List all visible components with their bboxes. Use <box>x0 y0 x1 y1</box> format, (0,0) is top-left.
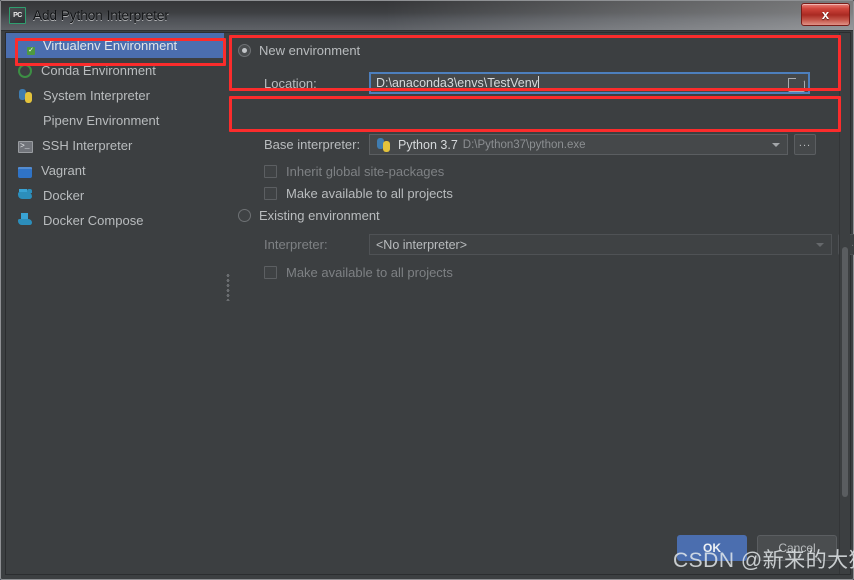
sidebar-item-label: SSH Interpreter <box>42 138 133 153</box>
make-available-all-projects-checkbox-existing[interactable]: Make available to all projects <box>264 265 453 280</box>
inherit-global-site-packages-label: Inherit global site-packages <box>286 164 445 179</box>
docker-whale-icon <box>18 188 34 204</box>
splitter-handle-dots <box>226 273 230 301</box>
sidebar-item-system-interpreter[interactable]: System Interpreter <box>6 83 224 108</box>
panel-scrollbar[interactable] <box>839 33 850 574</box>
chevron-down-icon <box>772 143 780 147</box>
window-title: Add Python Interpreter <box>33 8 169 23</box>
existing-environment-label: Existing environment <box>259 208 380 223</box>
checkbox-icon <box>264 187 277 200</box>
base-interpreter-row: Base interpreter: Python 3.7 D:\Python37… <box>264 134 816 155</box>
environment-type-list: ✓ Virtualenv Environment Conda Environme… <box>6 33 224 574</box>
radio-off-icon <box>238 209 251 222</box>
vagrant-box-icon <box>18 166 32 178</box>
folder-icon[interactable] <box>788 77 805 92</box>
sidebar-item-label: Virtualenv Environment <box>43 38 178 53</box>
interpreter-settings-panel: New environment Location: D:\anaconda3\e… <box>232 33 854 574</box>
existing-interpreter-value: <No interpreter> <box>376 237 468 252</box>
sidebar-item-conda-environment[interactable]: Conda Environment <box>6 58 224 83</box>
python-icon <box>376 137 392 153</box>
base-interpreter-dropdown[interactable]: Python 3.7 D:\Python37\python.exe <box>369 134 788 155</box>
existing-environment-radio[interactable]: Existing environment <box>238 208 380 223</box>
make-available-all-projects-label: Make available to all projects <box>286 186 453 201</box>
base-interpreter-label: Base interpreter: <box>264 137 361 152</box>
make-available-all-projects-checkbox-new[interactable]: Make available to all projects <box>264 186 453 201</box>
title-bar: PC Add Python Interpreter x <box>1 1 853 31</box>
sidebar-item-label: Docker <box>43 188 85 203</box>
conda-circle-icon <box>18 64 32 78</box>
existing-interpreter-row: Interpreter: <No interpreter> ... <box>264 234 854 255</box>
base-interpreter-browse-button[interactable]: ... <box>794 134 816 155</box>
location-input[interactable]: D:\anaconda3\envs\TestVenv <box>369 72 810 94</box>
sidebar-item-docker-compose[interactable]: Docker Compose <box>6 208 224 233</box>
docker-compose-icon <box>18 212 34 229</box>
new-environment-radio[interactable]: New environment <box>238 43 360 58</box>
interpreter-label: Interpreter: <box>264 237 328 252</box>
scrollbar-thumb[interactable] <box>842 247 848 497</box>
checkbox-icon <box>264 165 277 178</box>
close-button[interactable]: x <box>801 3 850 26</box>
checkbox-icon <box>264 266 277 279</box>
ok-button-label: OK <box>703 541 721 555</box>
text-caret <box>537 76 539 90</box>
panel-splitter[interactable] <box>224 33 232 574</box>
make-available-all-projects-label: Make available to all projects <box>286 265 453 280</box>
add-python-interpreter-window: PC Add Python Interpreter x ✓ Virtualenv… <box>0 0 854 580</box>
virtualenv-python-icon: ✓ <box>27 46 35 55</box>
base-interpreter-path: D:\Python37\python.exe <box>462 138 586 151</box>
radio-on-icon <box>238 44 251 57</box>
new-environment-label: New environment <box>259 43 361 58</box>
sidebar-item-label: Vagrant <box>41 163 86 178</box>
terminal-icon: >_ <box>18 140 33 153</box>
python-icon <box>18 88 34 104</box>
ok-button[interactable]: OK <box>677 535 747 561</box>
sidebar-item-docker[interactable]: Docker <box>6 183 224 208</box>
sidebar-item-pipenv-environment[interactable]: Pipenv Environment <box>6 108 224 133</box>
existing-interpreter-dropdown[interactable]: <No interpreter> <box>369 234 832 255</box>
location-row: Location: D:\anaconda3\envs\TestVenv <box>264 72 810 94</box>
cancel-button-label: Cancel <box>778 541 816 555</box>
base-interpreter-value: Python 3.7 <box>398 137 458 152</box>
pipenv-icon <box>18 113 34 129</box>
sidebar-item-label: Pipenv Environment <box>43 113 160 128</box>
pycharm-icon: PC <box>9 7 26 24</box>
close-icon: x <box>821 7 830 22</box>
cancel-button[interactable]: Cancel <box>757 535 837 561</box>
sidebar-item-ssh-interpreter[interactable]: >_ SSH Interpreter <box>6 133 224 158</box>
inherit-global-site-packages-checkbox[interactable]: Inherit global site-packages <box>264 164 444 179</box>
sidebar-item-label: Conda Environment <box>41 63 156 78</box>
location-label: Location: <box>264 75 317 91</box>
sidebar-item-vagrant[interactable]: Vagrant <box>6 158 224 183</box>
chevron-down-icon <box>816 243 824 247</box>
dialog-body: ✓ Virtualenv Environment Conda Environme… <box>5 32 854 575</box>
sidebar-item-label: Docker Compose <box>43 213 144 228</box>
sidebar-item-virtualenv-environment[interactable]: ✓ Virtualenv Environment <box>6 33 224 58</box>
location-value: D:\anaconda3\envs\TestVenv <box>376 76 538 90</box>
sidebar-item-label: System Interpreter <box>43 88 150 103</box>
